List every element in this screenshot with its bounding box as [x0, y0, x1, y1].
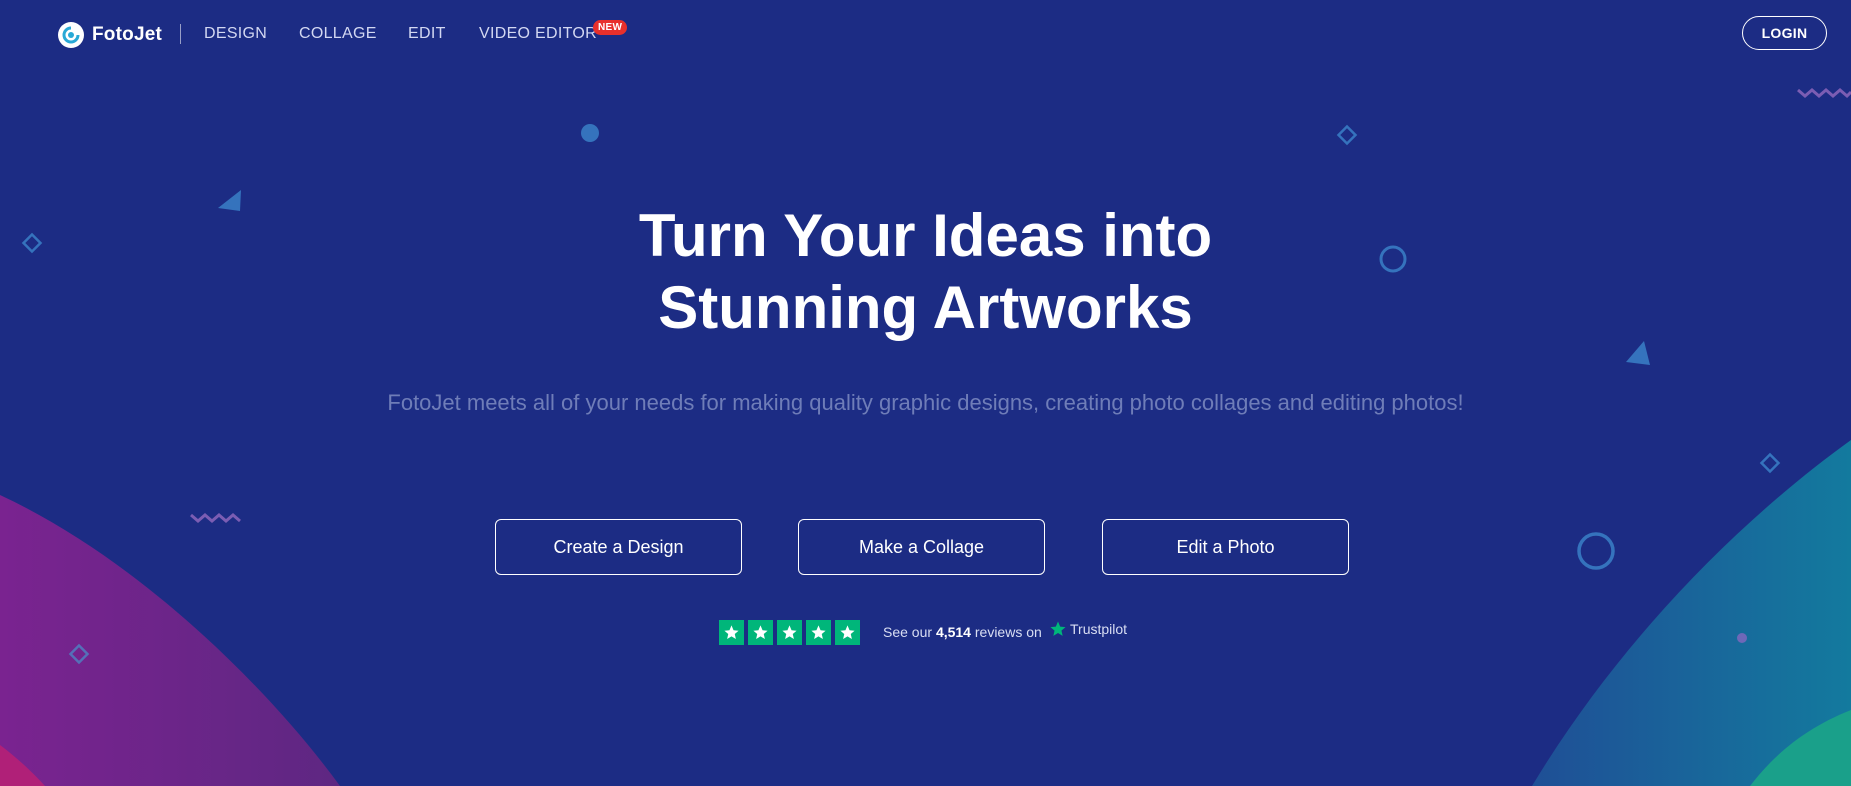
- new-badge: NEW: [593, 20, 628, 35]
- star-icon: [835, 620, 860, 645]
- top-nav: FotoJet DESIGN COLLAGE EDIT VIDEO EDITOR…: [0, 0, 1851, 68]
- star-icon: [806, 620, 831, 645]
- dot-shape: [1737, 633, 1747, 643]
- dot-shape: [581, 124, 599, 142]
- diamond-shape: [1759, 452, 1781, 474]
- make-collage-button[interactable]: Make a Collage: [798, 519, 1045, 575]
- trustpilot-label: Trustpilot: [1070, 621, 1128, 637]
- hero-title: Turn Your Ideas into Stunning Artworks: [0, 200, 1851, 344]
- trustpilot-link[interactable]: Trustpilot: [1049, 620, 1127, 638]
- reviews-count: 4,514: [935, 624, 971, 640]
- star-icon: [777, 620, 802, 645]
- trustpilot-stars[interactable]: [719, 620, 860, 645]
- login-button[interactable]: LOGIN: [1742, 16, 1827, 50]
- nav-link-edit[interactable]: EDIT: [408, 25, 446, 43]
- star-icon: [719, 620, 744, 645]
- reviews-suffix: reviews on: [974, 624, 1042, 640]
- reviews-prefix: See our: [883, 624, 933, 640]
- page: FotoJet DESIGN COLLAGE EDIT VIDEO EDITOR…: [0, 0, 1851, 786]
- brand-name: FotoJet: [92, 24, 163, 45]
- nav-link-video-editor[interactable]: VIDEO EDITOR: [479, 25, 597, 43]
- create-design-button[interactable]: Create a Design: [495, 519, 742, 575]
- nav-link-design[interactable]: DESIGN: [204, 25, 267, 43]
- zigzag-shape: [1797, 88, 1851, 99]
- edit-photo-button[interactable]: Edit a Photo: [1102, 519, 1349, 575]
- hero-title-line-1: Turn Your Ideas into: [638, 202, 1213, 269]
- fotojet-logo-icon: [58, 22, 84, 48]
- nav-link-collage[interactable]: COLLAGE: [299, 25, 377, 43]
- triangle-shape: [1626, 341, 1650, 365]
- star-icon: [748, 620, 773, 645]
- left-purple-shape: [0, 495, 340, 786]
- trustpilot-star-icon: [1050, 621, 1066, 636]
- hero-subtitle: FotoJet meets all of your needs for maki…: [387, 390, 1464, 415]
- right-teal-shape: [1532, 440, 1851, 786]
- diamond-shape: [1336, 124, 1358, 146]
- zigzag-shape: [190, 513, 241, 523]
- brand-logo[interactable]: FotoJet: [58, 21, 162, 49]
- ring-shape: [1577, 532, 1615, 570]
- hero-title-line-2: Stunning Artworks: [658, 274, 1193, 341]
- reviews-text[interactable]: See our 4,514 reviews on: [883, 624, 1042, 640]
- nav-divider: [180, 24, 181, 44]
